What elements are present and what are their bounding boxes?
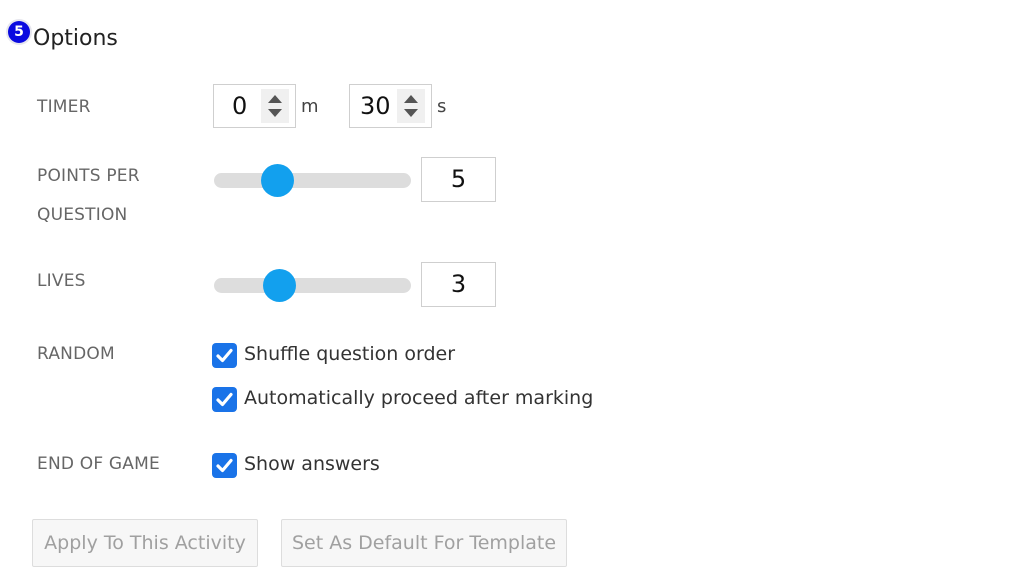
timer-minutes-spinner[interactable] [261, 89, 289, 123]
random-label: RANDOM [37, 344, 115, 364]
decrement-icon[interactable] [404, 109, 418, 117]
auto-proceed-label[interactable]: Automatically proceed after marking [244, 387, 593, 409]
points-slider-handle[interactable] [261, 164, 295, 197]
seconds-unit: s [437, 96, 447, 117]
timer-seconds-input[interactable]: 30 [349, 84, 432, 128]
show-answers-label[interactable]: Show answers [244, 453, 380, 475]
set-default-template-button[interactable]: Set As Default For Template [281, 519, 567, 567]
decrement-icon[interactable] [268, 109, 282, 117]
section-title: Options [33, 26, 118, 51]
increment-icon[interactable] [404, 95, 418, 103]
timer-minutes-value: 0 [232, 92, 248, 120]
points-slider[interactable] [214, 164, 411, 197]
lives-label: LIVES [37, 271, 86, 291]
timer-minutes-input[interactable]: 0 [213, 84, 296, 128]
checkmark-icon [216, 392, 233, 407]
shuffle-label[interactable]: Shuffle question order [244, 343, 455, 365]
end-of-game-label: END OF GAME [37, 454, 160, 474]
points-label-line1: POINTS PER [37, 166, 140, 186]
checkmark-icon [216, 458, 233, 473]
auto-proceed-checkbox[interactable] [212, 387, 237, 412]
timer-seconds-spinner[interactable] [397, 89, 425, 123]
lives-slider[interactable] [214, 269, 411, 302]
points-label-line2: QUESTION [37, 205, 128, 225]
show-answers-checkbox[interactable] [212, 453, 237, 478]
apply-to-activity-button[interactable]: Apply To This Activity [32, 519, 258, 567]
checkmark-icon [216, 348, 233, 363]
shuffle-checkbox[interactable] [212, 343, 237, 368]
points-value-box[interactable]: 5 [421, 157, 496, 202]
lives-value-box[interactable]: 3 [421, 262, 496, 307]
timer-seconds-value: 30 [360, 92, 391, 120]
timer-label: TIMER [37, 97, 91, 117]
step-badge: 5 [8, 21, 30, 43]
lives-slider-handle[interactable] [263, 269, 296, 302]
minutes-unit: m [301, 96, 319, 117]
increment-icon[interactable] [268, 95, 282, 103]
